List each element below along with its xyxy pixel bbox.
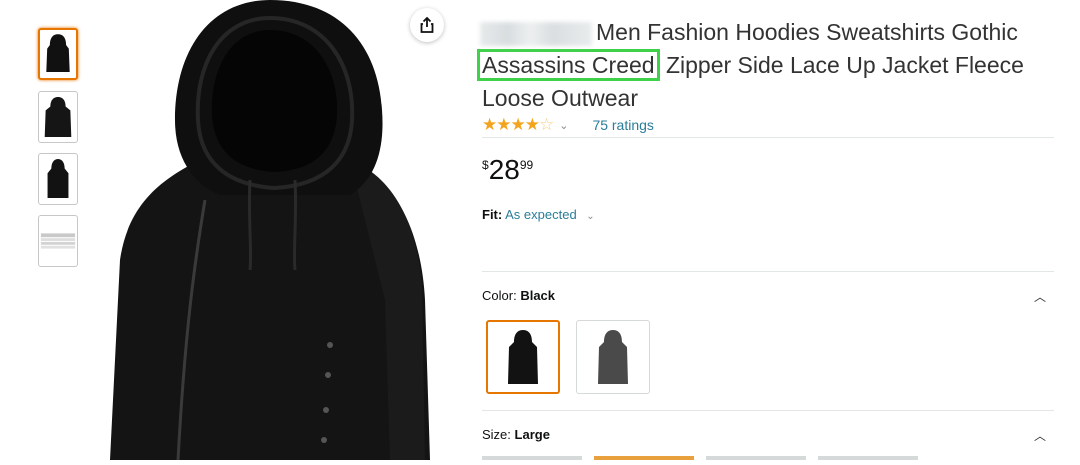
- color-swatch-gray[interactable]: [576, 320, 650, 394]
- color-selected-value: Black: [520, 288, 556, 303]
- size-option[interactable]: [706, 456, 806, 460]
- chevron-down-icon[interactable]: ⌄: [559, 119, 568, 132]
- title-line-3: Loose Outwear: [482, 85, 638, 111]
- color-label: Color:: [482, 288, 517, 303]
- size-chart-thumbnail-image: [40, 233, 76, 249]
- size-selected-value: Large: [514, 427, 550, 442]
- thumbnail-4[interactable]: [38, 215, 78, 267]
- hoodie-back-thumbnail-image: [44, 97, 72, 137]
- thumbnail-3[interactable]: [38, 153, 78, 205]
- title-line-2-rest: Zipper Side Lace Up Jacket Fleece: [665, 52, 1024, 78]
- star-rating[interactable]: ★★★★☆: [482, 115, 554, 135]
- brand-name-blurred[interactable]: [480, 21, 592, 46]
- size-label-row: Size: Large: [482, 427, 550, 442]
- share-icon: [420, 16, 434, 33]
- size-option-selected[interactable]: [594, 456, 694, 460]
- rating-row: ★★★★☆ ⌄ 75 ratings: [482, 115, 654, 135]
- hoodie-side-thumbnail-image: [47, 159, 69, 198]
- chevron-down-icon: ⌄: [586, 211, 595, 222]
- title-line-1: Men Fashion Hoodies Sweatshirts Gothic: [596, 19, 1018, 45]
- caret-up-icon[interactable]: ︿: [1034, 427, 1046, 444]
- price-fraction: 99: [519, 158, 534, 172]
- black-hoodie-swatch-image: [508, 330, 538, 384]
- size-option[interactable]: [482, 456, 582, 460]
- price-currency: $: [482, 158, 489, 172]
- price: $ 28 99: [482, 154, 533, 186]
- thumbnail-2[interactable]: [38, 91, 78, 143]
- color-swatch-black[interactable]: [486, 320, 560, 394]
- divider: [482, 271, 1054, 272]
- price-whole: 28: [488, 154, 520, 185]
- gray-hoodie-swatch-image: [598, 330, 628, 384]
- size-label: Size:: [482, 427, 511, 442]
- hoodie-thumbnail-image: [46, 34, 70, 72]
- product-title: Men Fashion Hoodies Sweatshirts Gothic A…: [477, 16, 1062, 115]
- size-option[interactable]: [818, 456, 918, 460]
- fit-value: As expected: [505, 207, 577, 222]
- share-button[interactable]: [410, 8, 444, 42]
- thumbnail-1[interactable]: [38, 28, 78, 80]
- ratings-count-link[interactable]: 75 ratings: [592, 117, 653, 133]
- main-product-image[interactable]: [100, 0, 460, 461]
- divider: [482, 137, 1054, 138]
- size-options: [482, 456, 1054, 460]
- color-label-row: Color: Black: [482, 288, 555, 303]
- fit-info[interactable]: Fit: As expected ⌄: [482, 207, 595, 222]
- fit-label: Fit:: [482, 207, 503, 222]
- title-highlighted-keyword: Assassins Creed: [477, 49, 660, 81]
- hoodie-image: [110, 0, 430, 461]
- caret-up-icon[interactable]: ︿: [1034, 288, 1046, 305]
- divider: [482, 410, 1054, 411]
